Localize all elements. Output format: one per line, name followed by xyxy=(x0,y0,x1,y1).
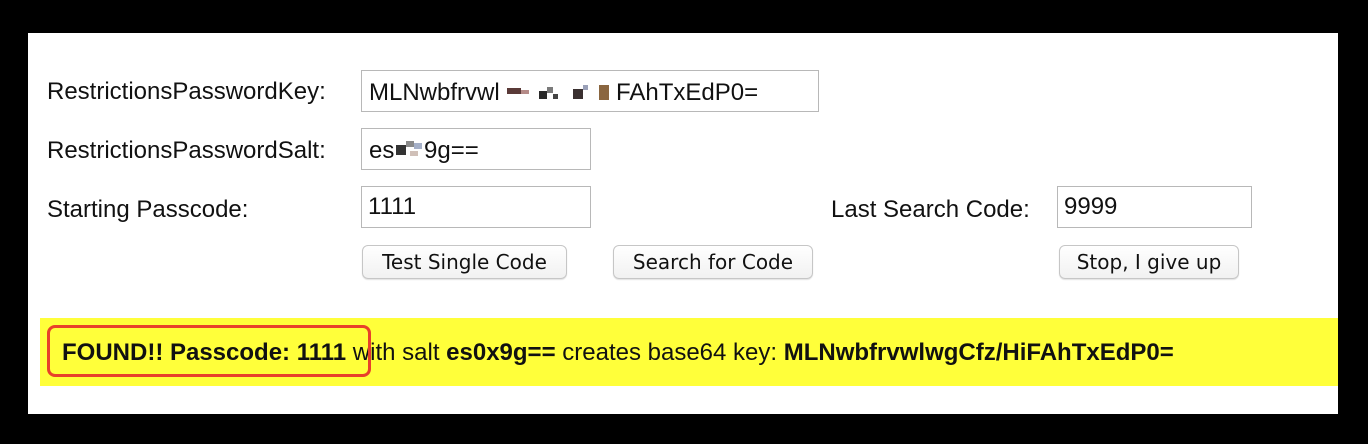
search-for-code-button[interactable]: Search for Code xyxy=(613,245,813,279)
result-salt-text: es0x9g== xyxy=(446,339,556,366)
starting-passcode-label: Starting Passcode: xyxy=(47,196,249,223)
stop-give-up-button[interactable]: Stop, I give up xyxy=(1059,245,1239,279)
restrictions-password-key-label: RestrictionsPasswordKey: xyxy=(47,78,326,105)
restrictions-password-salt-input[interactable]: es 9g== xyxy=(361,128,591,170)
starting-passcode-input[interactable] xyxy=(361,186,591,228)
restrictions-password-key-input[interactable]: MLNwbfrvwl FAhTxEdP0= xyxy=(361,70,819,112)
last-search-code-label: Last Search Code: xyxy=(831,196,1030,223)
creates-key-text: creates base64 key: xyxy=(555,339,784,366)
test-single-code-button[interactable]: Test Single Code xyxy=(362,245,567,279)
redaction-mosaic xyxy=(396,139,424,159)
result-key-text: MLNwbfrvwlwgCfz/HiFAhTxEdP0= xyxy=(783,339,1174,366)
restrictions-password-salt-label: RestrictionsPasswordSalt: xyxy=(47,137,326,164)
found-passcode-highlight xyxy=(47,325,371,377)
redaction-mosaic xyxy=(507,85,613,101)
last-search-code-input[interactable] xyxy=(1057,186,1252,228)
